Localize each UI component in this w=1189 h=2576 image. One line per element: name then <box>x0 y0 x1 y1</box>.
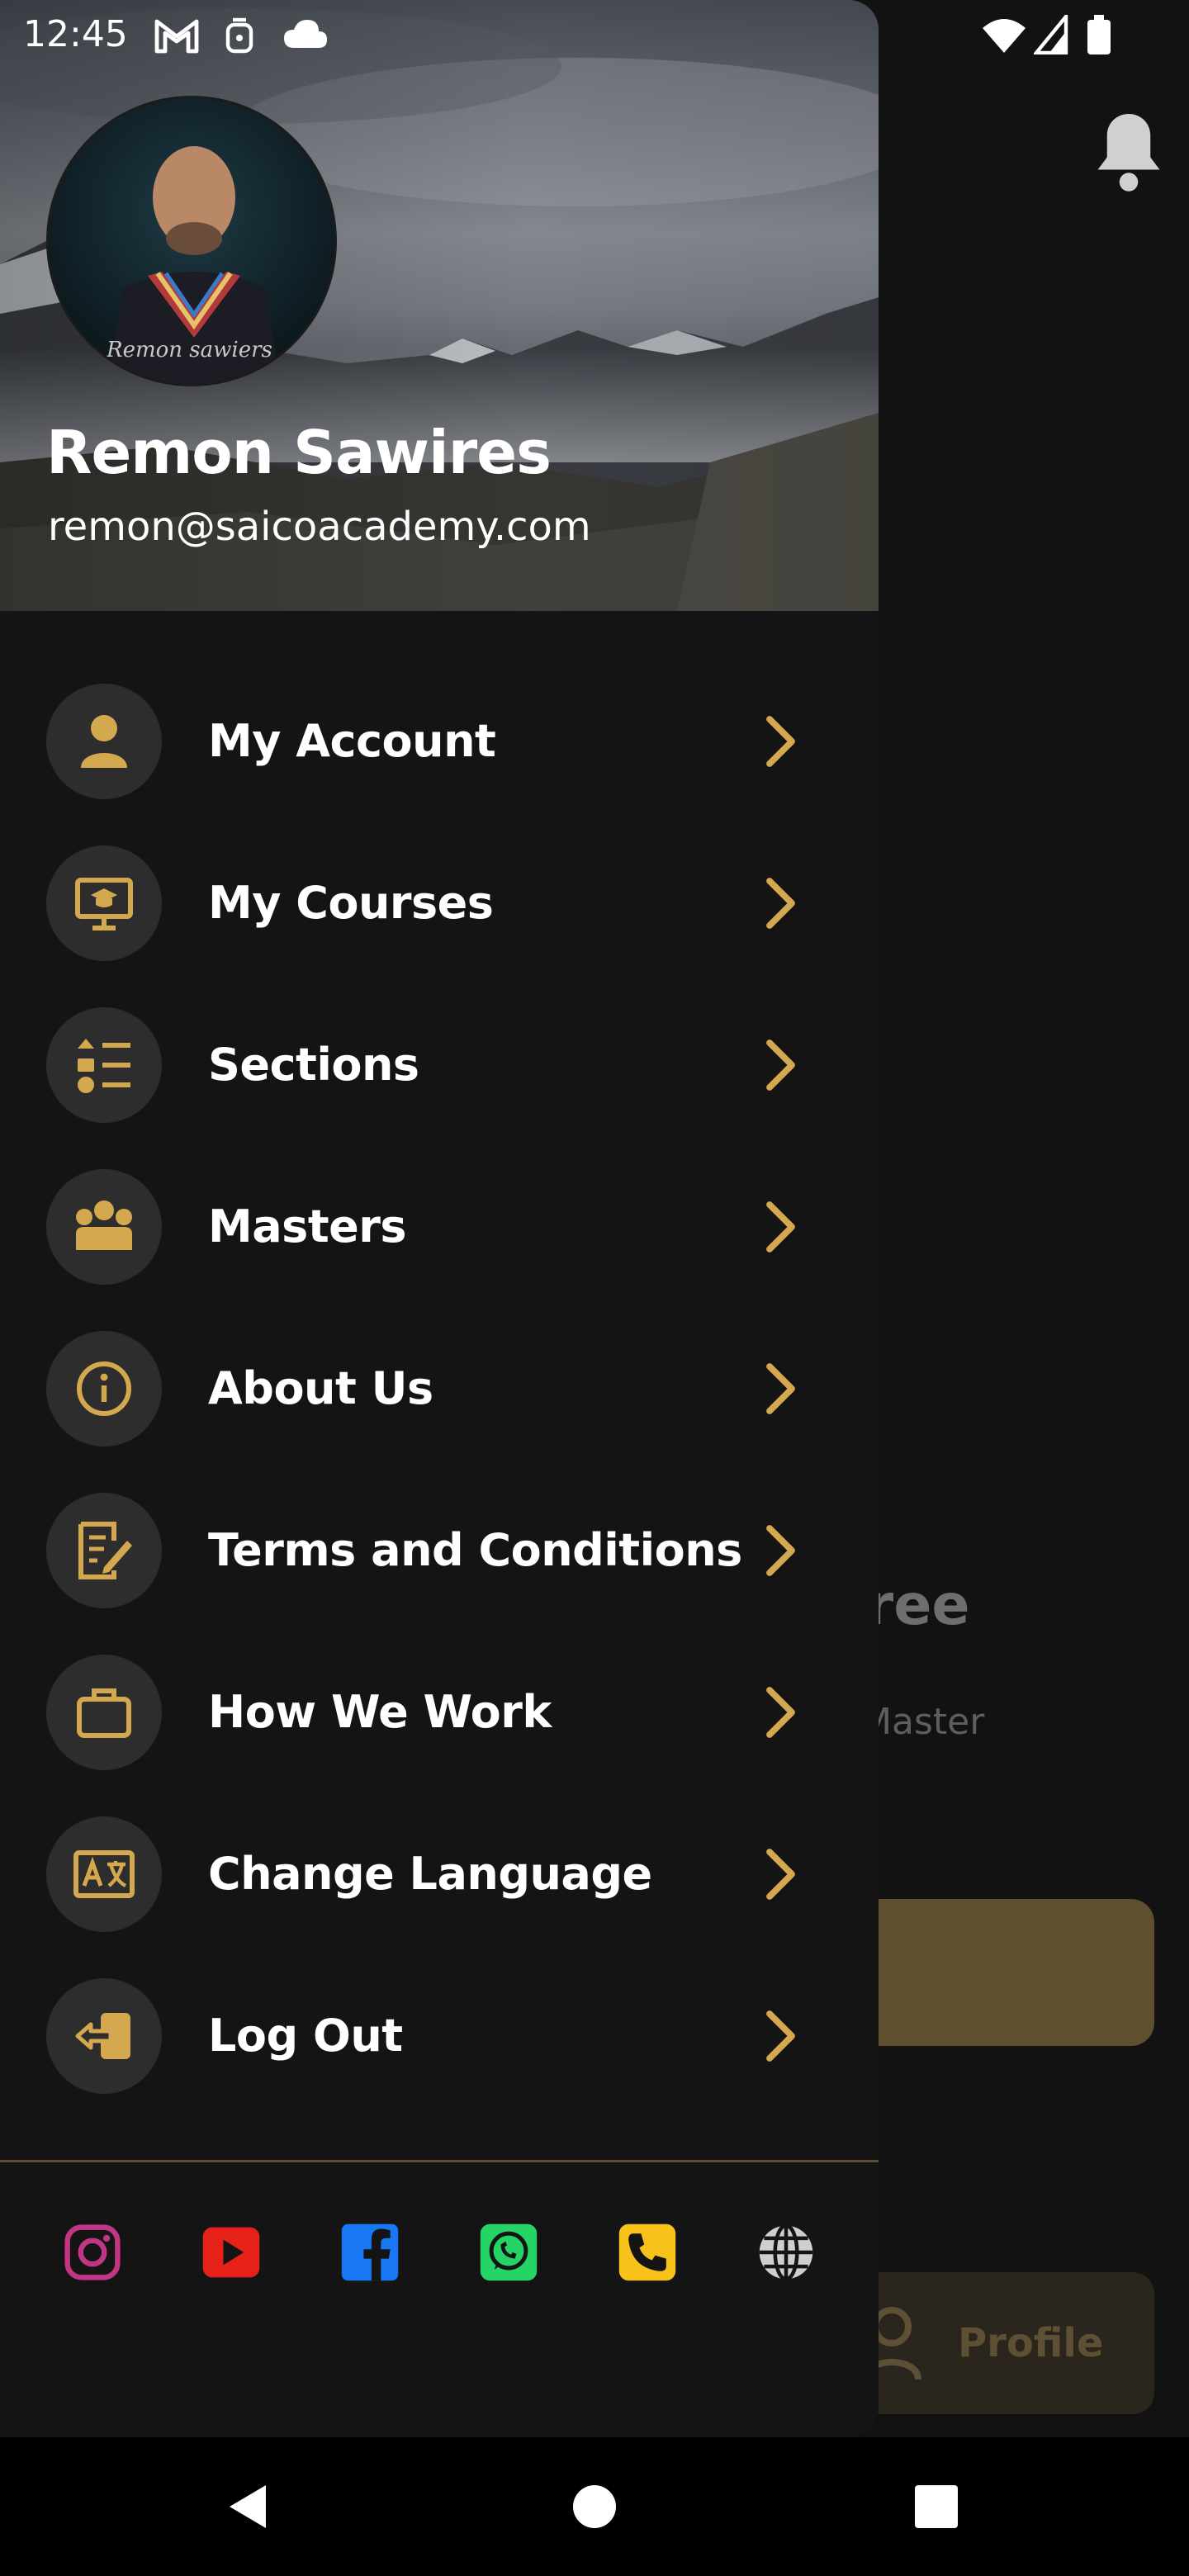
menu-item-sections[interactable]: Sections <box>0 984 879 1146</box>
list-icon <box>78 1039 130 1093</box>
chevron-right-icon <box>766 1525 795 1576</box>
wifi-icon <box>983 19 1026 53</box>
menu-icon-circle <box>46 1655 162 1770</box>
avatar-signature: Remon sawiers <box>107 338 272 362</box>
chevron-right-icon <box>766 1363 795 1414</box>
youtube-icon[interactable] <box>200 2221 263 2284</box>
menu-icon-circle <box>46 845 162 961</box>
menu-item-my-courses[interactable]: My Courses <box>0 822 879 984</box>
user-name: Remon Sawires <box>46 418 552 487</box>
menu-item-label: Terms and Conditions <box>208 1524 742 1576</box>
group-icon <box>76 1200 132 1250</box>
whatsapp-icon[interactable] <box>477 2221 540 2284</box>
person-icon <box>81 715 127 768</box>
status-bar: 12:45 <box>0 0 1189 69</box>
drawer-menu: My Account My Courses Sections Masters A… <box>0 661 879 2117</box>
briefcase-icon <box>77 1688 131 1738</box>
back-icon[interactable] <box>223 2482 272 2531</box>
drawer-divider <box>0 2160 879 2162</box>
facebook-icon[interactable] <box>339 2221 401 2284</box>
menu-icon-circle <box>46 1978 162 2094</box>
chevron-right-icon <box>766 1687 795 1738</box>
home-button[interactable] <box>573 2485 616 2528</box>
menu-item-label: Masters <box>208 1200 407 1252</box>
menu-item-terms-and-conditions[interactable]: Terms and Conditions <box>0 1470 879 1631</box>
chevron-right-icon <box>766 716 795 767</box>
drawer-header: Remon sawiers Remon Sawires remon@saicoa… <box>0 0 879 611</box>
chevron-right-icon <box>766 1039 795 1091</box>
phone-icon[interactable] <box>616 2221 679 2284</box>
chevron-right-icon <box>766 1849 795 1900</box>
menu-item-masters[interactable]: Masters <box>0 1146 879 1308</box>
info-icon <box>77 1361 131 1416</box>
user-email: remon@saicoacademy.com <box>48 504 591 550</box>
robot-notification-icon <box>225 17 253 54</box>
menu-icon-circle <box>46 1169 162 1285</box>
logout-icon <box>75 2013 130 2059</box>
website-globe-icon[interactable] <box>755 2221 817 2284</box>
menu-item-about-us[interactable]: About Us <box>0 1308 879 1470</box>
presentation-board-icon <box>75 878 133 930</box>
menu-item-label: Change Language <box>208 1848 652 1900</box>
menu-icon-circle <box>46 1007 162 1123</box>
menu-icon-circle <box>46 684 162 799</box>
translate-icon <box>73 1850 135 1898</box>
notification-bell-icon[interactable] <box>1092 106 1166 197</box>
gmail-icon <box>154 19 199 54</box>
menu-icon-circle <box>46 1816 162 1932</box>
menu-item-label: How We Work <box>208 1686 552 1738</box>
status-time: 12:45 <box>23 13 128 55</box>
cloud-icon <box>284 20 327 48</box>
menu-item-how-we-work[interactable]: How We Work <box>0 1631 879 1793</box>
instagram-icon[interactable] <box>61 2221 124 2284</box>
chevron-right-icon <box>766 1201 795 1252</box>
menu-icon-circle <box>46 1493 162 1608</box>
menu-icon-circle <box>46 1331 162 1447</box>
profile-tab-label: Profile <box>958 2320 1104 2366</box>
menu-item-label: Log Out <box>208 2010 403 2062</box>
menu-item-label: My Courses <box>208 877 494 929</box>
cellular-signal-icon <box>1034 15 1068 54</box>
menu-item-log-out[interactable]: Log Out <box>0 1955 879 2117</box>
avatar[interactable]: Remon sawiers <box>46 96 337 386</box>
navigation-drawer: Remon sawiers Remon Sawires remon@saicoa… <box>0 0 879 2437</box>
chevron-right-icon <box>766 878 795 929</box>
menu-item-my-account[interactable]: My Account <box>0 661 879 822</box>
recent-apps-button[interactable] <box>915 2485 958 2528</box>
menu-item-change-language[interactable]: Change Language <box>0 1793 879 1955</box>
chevron-right-icon <box>766 2010 795 2062</box>
document-edit-icon <box>78 1522 132 1579</box>
menu-item-label: My Account <box>208 715 496 767</box>
battery-icon <box>1087 15 1111 54</box>
menu-item-label: Sections <box>208 1039 419 1091</box>
menu-item-label: About Us <box>208 1362 433 1414</box>
social-links <box>0 2221 879 2287</box>
